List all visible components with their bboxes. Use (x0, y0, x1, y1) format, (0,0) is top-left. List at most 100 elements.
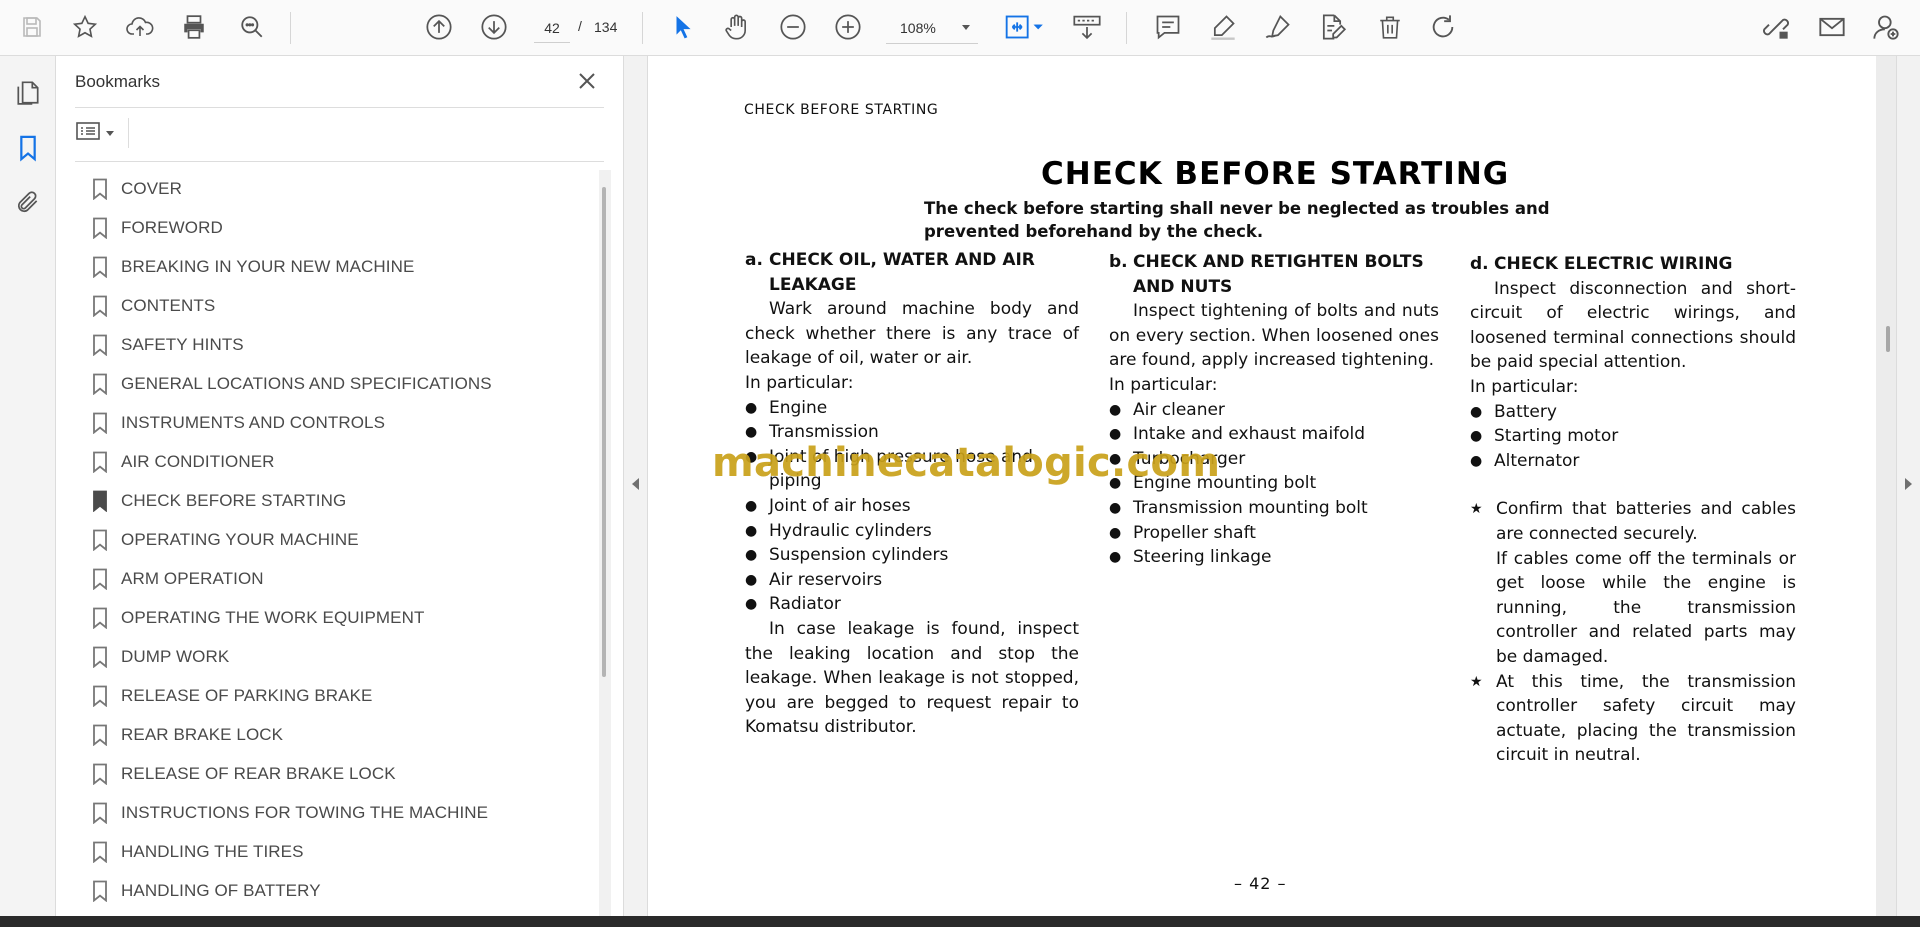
bookmark-label: CONTENTS (121, 296, 216, 315)
zoom-value: 108% (900, 19, 936, 36)
bookmark-item[interactable]: SAFETY HINTS (92, 330, 572, 360)
comment-icon[interactable] (1150, 9, 1186, 45)
save-icon[interactable] (14, 9, 50, 45)
delete-icon[interactable] (1372, 9, 1408, 45)
bookmark-label: REAR BRAKE LOCK (121, 725, 284, 744)
running-head: CHECK BEFORE STARTING (744, 102, 939, 118)
note-continuation: If cables come off the terminals or get … (1496, 548, 1796, 667)
bookmark-icon (92, 763, 108, 786)
bookmark-label: INSTRUCTIONS FOR TOWING THE MACHINE (121, 803, 489, 822)
scroll-mode-icon[interactable] (1069, 9, 1105, 45)
share-link-icon[interactable] (1758, 9, 1794, 45)
toolbar-separator (290, 12, 291, 44)
page-separator: / (578, 18, 582, 34)
bookmark-item[interactable]: DUMP WORK (92, 642, 572, 672)
in-particular-label: In particular: (1470, 376, 1579, 397)
section-heading: b. CHECK AND RETIGHTEN BOLTS AND NUTS (1109, 250, 1439, 299)
intro-text: The check before starting shall never be… (924, 199, 1550, 241)
list-item: Engine (745, 396, 1079, 421)
bookmark-item[interactable]: REAR BRAKE LOCK (92, 720, 572, 750)
sign-icon[interactable] (1260, 9, 1296, 45)
list-item: Radiator (745, 592, 1079, 617)
bookmark-icon (92, 412, 108, 435)
bookmarks-title: Bookmarks (75, 72, 161, 91)
bookmark-item[interactable]: CONTENTS (92, 291, 572, 321)
bookmark-item[interactable]: GENERAL LOCATIONS AND SPECIFICATIONS (92, 369, 572, 399)
watermark: machinecatalogic.com (712, 440, 1221, 486)
hand-icon[interactable] (719, 9, 755, 45)
collapse-panel-handle[interactable] (624, 56, 648, 916)
print-icon[interactable] (176, 9, 212, 45)
document-viewport[interactable]: CHECK BEFORE STARTING CHECK BEFORE START… (648, 56, 1876, 916)
list-options-icon (75, 120, 101, 147)
mail-icon[interactable] (1814, 9, 1850, 45)
fit-page-icon[interactable] (1000, 9, 1046, 45)
prev-page-icon[interactable] (421, 9, 457, 45)
bookmark-item[interactable]: HANDLING OF BATTERY (92, 876, 572, 906)
section-marker: b. (1109, 252, 1128, 272)
upload-icon[interactable] (122, 9, 158, 45)
list-item: Joint of air hoses (745, 494, 1079, 519)
bookmark-icon (92, 451, 108, 474)
section-b: b. CHECK AND RETIGHTEN BOLTS AND NUTS In… (1109, 250, 1439, 570)
expand-right-panel-handle[interactable] (1896, 56, 1920, 916)
document-scrollbar-thumb[interactable] (1886, 326, 1890, 352)
bookmark-icon (92, 841, 108, 864)
close-icon[interactable] (574, 68, 600, 94)
pages-icon[interactable] (12, 76, 44, 108)
next-page-icon[interactable] (476, 9, 512, 45)
bookmark-item[interactable]: HANDLING THE TIRES (92, 837, 572, 867)
section-heading-text: CHECK OIL, WATER AND AIR LEAKAGE (769, 250, 1035, 295)
bookmark-icon (92, 334, 108, 357)
bookmark-item[interactable]: COVER (92, 174, 572, 204)
bookmark-item[interactable]: RELEASE OF REAR BRAKE LOCK (92, 759, 572, 789)
document-scrollbar[interactable] (1876, 56, 1896, 916)
section-heading: d. CHECK ELECTRIC WIRING (1470, 252, 1796, 277)
bookmark-item[interactable]: OPERATING THE WORK EQUIPMENT (92, 603, 572, 633)
section-d: d. CHECK ELECTRIC WIRING Inspect disconn… (1470, 252, 1796, 768)
bookmark-item[interactable]: INSTRUCTIONS FOR TOWING THE MACHINE (92, 798, 572, 828)
bookmark-item[interactable]: ARM OPERATION (92, 564, 572, 594)
section-heading-text: CHECK AND RETIGHTEN BOLTS AND NUTS (1133, 252, 1424, 297)
bookmark-item[interactable]: AIR CONDITIONER (92, 447, 572, 477)
bookmark-label: HANDLING THE TIRES (121, 842, 304, 861)
bookmark-options-button[interactable] (75, 118, 123, 148)
section-closing: In case leakage is found, inspect the le… (745, 618, 1079, 738)
bookmark-label: HANDLING OF BATTERY (121, 881, 321, 900)
list-item: Air reservoirs (745, 568, 1079, 593)
bookmark-label: CHECK BEFORE STARTING (121, 491, 347, 510)
section-a: a. CHECK OIL, WATER AND AIR LEAKAGE Wark… (745, 248, 1079, 740)
bookmark-item[interactable]: CHECK BEFORE STARTING (92, 486, 572, 516)
bookmark-item[interactable]: INSTRUMENTS AND CONTROLS (92, 408, 572, 438)
chevron-left-icon (632, 478, 639, 490)
page-number-input[interactable] (534, 13, 570, 43)
bookmark-scrollbar-thumb[interactable] (602, 187, 606, 677)
bookmark-icon[interactable] (12, 132, 44, 164)
bookmark-icon (92, 607, 108, 630)
bookmark-item[interactable]: OPERATING YOUR MACHINE (92, 525, 572, 555)
chevron-down-icon (962, 25, 970, 30)
section-paragraph: Inspect disconnection and short-circuit … (1470, 278, 1796, 373)
user-icon[interactable] (1868, 9, 1904, 45)
edit-pdf-icon[interactable] (1314, 9, 1350, 45)
zoom-dropdown[interactable]: 108% (886, 12, 978, 44)
bookmark-label: DUMP WORK (121, 647, 230, 666)
bookmark-item[interactable]: RELEASE OF PARKING BRAKE (92, 681, 572, 711)
bookmark-item[interactable]: BREAKING IN YOUR NEW MACHINE (92, 252, 572, 282)
select-cursor-icon[interactable] (665, 9, 701, 45)
attachment-icon[interactable] (12, 186, 44, 218)
bookmark-icon (92, 490, 108, 513)
bookmark-label: SAFETY HINTS (121, 335, 244, 354)
list-item: Starting motor (1470, 424, 1796, 449)
pdf-page: CHECK BEFORE STARTING CHECK BEFORE START… (648, 56, 1876, 916)
zoom-in-icon[interactable] (830, 9, 866, 45)
search-zoom-icon[interactable] (234, 9, 270, 45)
rotate-icon[interactable] (1425, 9, 1461, 45)
highlight-icon[interactable] (1205, 9, 1241, 45)
star-icon[interactable] (67, 9, 103, 45)
bookmark-label: AIR CONDITIONER (121, 452, 275, 471)
bookmark-label: BREAKING IN YOUR NEW MACHINE (121, 257, 415, 276)
zoom-out-icon[interactable] (775, 9, 811, 45)
bookmark-item[interactable]: FOREWORD (92, 213, 572, 243)
